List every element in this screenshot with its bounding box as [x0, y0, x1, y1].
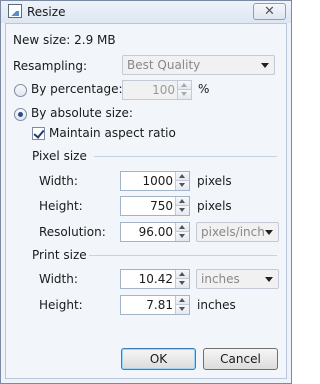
resolution-unit-value: pixels/inch: [201, 225, 265, 239]
resolution-spin-buttons[interactable]: [175, 223, 189, 241]
by-percentage-label: By percentage:: [31, 82, 123, 96]
new-size-label: New size: 2.9 MB: [13, 33, 116, 47]
spin-up-icon[interactable]: [176, 197, 189, 206]
print-unit-value: inches: [201, 272, 240, 286]
by-percentage-radio[interactable]: [14, 84, 27, 97]
pixel-width-value: 1000: [142, 174, 173, 188]
percentage-spin-buttons[interactable]: [177, 81, 191, 99]
pixel-size-heading: Pixel size: [32, 149, 87, 163]
pixel-width-spin-buttons[interactable]: [175, 172, 189, 190]
spin-down-icon[interactable]: [176, 232, 189, 241]
close-icon: ✕: [264, 4, 275, 19]
spin-down-icon[interactable]: [176, 305, 189, 314]
percentage-value: 100: [152, 83, 175, 97]
print-unit-dropdown[interactable]: inches: [196, 269, 279, 289]
spin-down-icon[interactable]: [176, 181, 189, 190]
dialog-body: New size: 2.9 MB Resampling: Best Qualit…: [5, 23, 287, 379]
image-icon: [8, 4, 22, 18]
resolution-value: 96.00: [138, 225, 173, 239]
maintain-aspect-checkbox[interactable]: [32, 127, 45, 140]
resampling-value: Best Quality: [127, 58, 201, 72]
ok-button[interactable]: OK: [121, 348, 196, 370]
spin-down-icon[interactable]: [178, 90, 191, 99]
pixel-size-divider: [94, 156, 277, 157]
print-height-label: Height:: [39, 298, 83, 312]
spin-up-icon[interactable]: [176, 270, 189, 279]
pixel-width-label: Width:: [39, 174, 78, 188]
maintain-aspect-label: Maintain aspect ratio: [49, 126, 176, 140]
by-absolute-size-label: By absolute size:: [31, 106, 133, 120]
pixel-width-unit: pixels: [197, 174, 232, 188]
pixel-height-spinner[interactable]: 750: [120, 196, 190, 216]
resolution-label: Resolution:: [39, 225, 106, 239]
print-height-spinner[interactable]: 7.81: [120, 295, 190, 315]
print-size-divider: [89, 255, 277, 256]
resampling-label: Resampling:: [13, 59, 88, 73]
print-height-value: 7.81: [146, 298, 173, 312]
resize-dialog: Resize ✕ New size: 2.9 MB Resampling: Be…: [0, 0, 292, 384]
resolution-unit-dropdown[interactable]: pixels/inch: [196, 222, 279, 242]
percentage-spinner[interactable]: 100: [122, 80, 192, 100]
close-button[interactable]: ✕: [253, 3, 286, 20]
spin-up-icon[interactable]: [176, 223, 189, 232]
print-width-spin-buttons[interactable]: [175, 270, 189, 288]
print-height-spin-buttons[interactable]: [175, 296, 189, 314]
resampling-dropdown[interactable]: Best Quality: [122, 55, 275, 75]
pixel-width-spinner[interactable]: 1000: [120, 171, 190, 191]
percent-unit-label: %: [198, 82, 210, 96]
spin-up-icon[interactable]: [176, 296, 189, 305]
pixel-height-value: 750: [150, 199, 173, 213]
pixel-height-label: Height:: [39, 199, 83, 213]
print-width-label: Width:: [39, 272, 78, 286]
print-width-spinner[interactable]: 10.42: [120, 269, 190, 289]
chevron-down-icon: [265, 230, 273, 235]
cancel-button[interactable]: Cancel: [203, 348, 278, 370]
print-size-heading: Print size: [32, 248, 87, 262]
chevron-down-icon: [261, 63, 269, 68]
title-bar[interactable]: Resize ✕: [1, 1, 291, 23]
print-width-value: 10.42: [138, 272, 173, 286]
spin-down-icon[interactable]: [176, 206, 189, 215]
print-height-unit: inches: [197, 298, 236, 312]
spin-up-icon[interactable]: [178, 81, 191, 90]
window-title: Resize: [27, 5, 66, 19]
spin-up-icon[interactable]: [176, 172, 189, 181]
pixel-height-spin-buttons[interactable]: [175, 197, 189, 215]
spin-down-icon[interactable]: [176, 279, 189, 288]
by-absolute-size-radio[interactable]: [14, 108, 27, 121]
resolution-spinner[interactable]: 96.00: [120, 222, 190, 242]
chevron-down-icon: [265, 277, 273, 282]
pixel-height-unit: pixels: [197, 199, 232, 213]
